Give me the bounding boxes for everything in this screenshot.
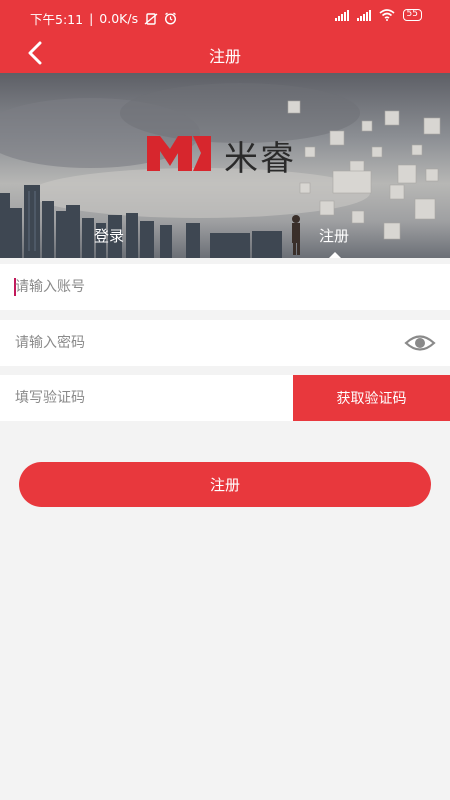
tab-register[interactable]: 注册 bbox=[319, 225, 349, 246]
account-field bbox=[0, 264, 450, 310]
toggle-password-visibility[interactable] bbox=[404, 330, 436, 356]
signal-1-icon bbox=[334, 9, 349, 21]
password-field bbox=[0, 320, 450, 366]
banner: 米睿 登录 注册 bbox=[0, 73, 450, 258]
status-time: 下午5:11 bbox=[30, 12, 84, 27]
title-bar: 注册 bbox=[0, 34, 450, 73]
verification-code-input[interactable] bbox=[15, 375, 275, 421]
battery-indicator: 55 bbox=[402, 9, 422, 21]
logo-icon bbox=[147, 136, 211, 171]
status-divider: | bbox=[89, 11, 94, 26]
active-tab-indicator bbox=[328, 252, 342, 258]
signal-2-icon bbox=[356, 9, 371, 21]
password-input[interactable] bbox=[15, 320, 315, 366]
network-speed: 0.0K/s bbox=[99, 11, 139, 26]
verification-code-field: 获取验证码 bbox=[0, 375, 450, 421]
logo-text: 米睿 bbox=[224, 139, 296, 179]
tab-login[interactable]: 登录 bbox=[94, 225, 124, 246]
status-bar: 下午5:11 | 0.0K/s 55 bbox=[0, 0, 450, 34]
vibrate-off-icon bbox=[144, 12, 158, 25]
wifi-icon bbox=[379, 9, 395, 21]
get-code-button[interactable]: 获取验证码 bbox=[293, 375, 450, 421]
eye-icon bbox=[404, 335, 436, 351]
account-input[interactable] bbox=[15, 264, 315, 310]
page-title: 注册 bbox=[208, 47, 241, 66]
alarm-icon bbox=[165, 12, 177, 25]
register-button[interactable]: 注册 bbox=[19, 462, 431, 507]
